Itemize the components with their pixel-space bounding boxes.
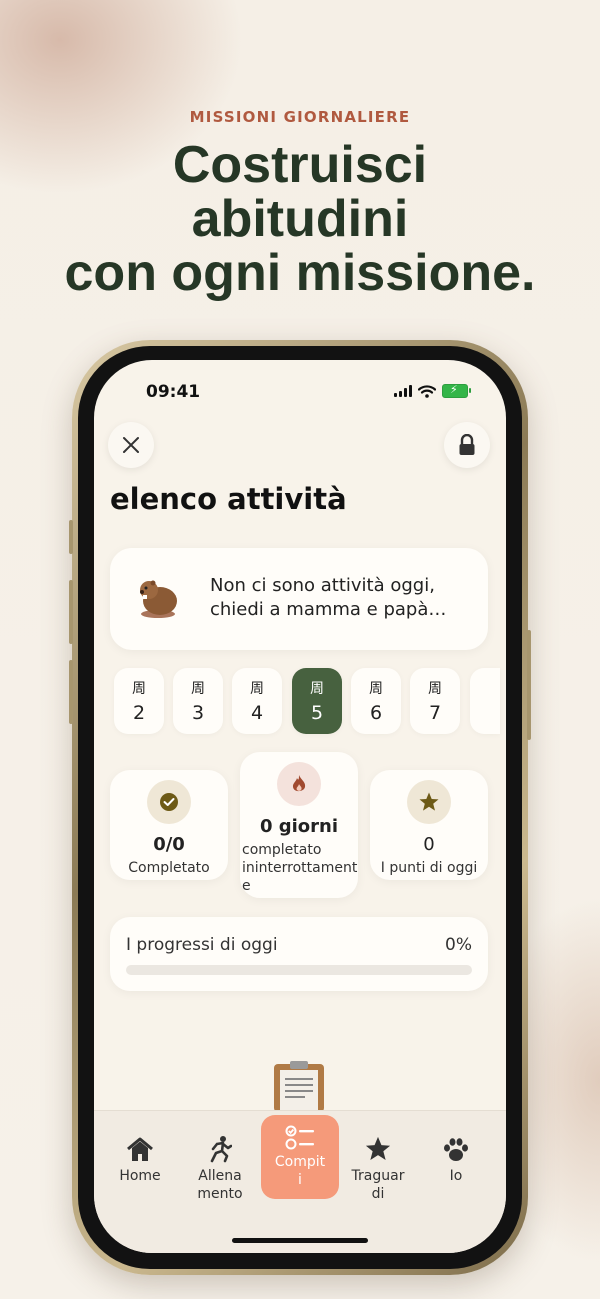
tab-label: i xyxy=(298,1172,302,1188)
stat-icon-bg xyxy=(277,762,321,806)
streak-label-line: completato xyxy=(242,842,322,858)
phone-side-button xyxy=(69,580,73,644)
streak-value: 0 giorni xyxy=(259,816,339,837)
lock-button[interactable] xyxy=(444,422,490,468)
wifi-icon xyxy=(418,384,436,398)
promo-headline: Costruisci abitudini con ogni missione. xyxy=(0,138,600,300)
day-week: 周 xyxy=(132,681,146,697)
headline-line: con ogni missione. xyxy=(64,244,536,302)
tab-training[interactable]: Allena mento xyxy=(184,1129,256,1203)
running-icon xyxy=(184,1129,256,1163)
beaver-emoji xyxy=(140,580,177,618)
day-chip-partial[interactable] xyxy=(470,668,500,734)
day-number: 5 xyxy=(310,702,324,724)
day-week: 周 xyxy=(191,681,205,697)
stat-points: 0 I punti di oggi xyxy=(370,770,488,880)
phone-side-button xyxy=(69,660,73,724)
app-screen: 09:41 ⚡ elenco attività Non ci sono atti… xyxy=(94,360,506,1253)
points-value: 0 xyxy=(423,834,435,855)
day-week: 周 xyxy=(250,681,264,697)
day-chip[interactable]: 周 6 xyxy=(351,668,401,734)
stat-icon-bg xyxy=(147,780,191,824)
empty-tasks-notice: Non ci sono attività oggi, chiedi a mamm… xyxy=(110,548,488,650)
stat-icon-bg xyxy=(407,780,451,824)
tab-label: Compit xyxy=(274,1154,326,1170)
day-chip[interactable]: 周 4 xyxy=(232,668,282,734)
status-icons: ⚡ xyxy=(394,383,471,398)
tab-me[interactable]: Io xyxy=(420,1129,492,1185)
tab-label: mento xyxy=(197,1186,243,1202)
bottom-tab-bar: Home Allena mento Compit i Traguar di Io xyxy=(94,1110,506,1253)
tab-label: Traguar xyxy=(351,1168,405,1184)
headline-line: abitudini xyxy=(191,190,409,248)
phone-side-button xyxy=(527,630,531,740)
checklist-icon xyxy=(261,1115,339,1151)
headline-line: Costruisci xyxy=(172,136,428,194)
tab-goals[interactable]: Traguar di xyxy=(342,1129,414,1203)
day-selector: 周 2 周 3 周 4 周 5 周 6 周 7 xyxy=(110,668,506,734)
streak-label-line: e xyxy=(242,878,251,894)
day-week: 周 xyxy=(310,681,324,697)
progress-percent: 0% xyxy=(445,935,472,955)
day-week: 周 xyxy=(428,681,442,697)
day-chip[interactable]: 周 3 xyxy=(173,668,223,734)
day-number: 6 xyxy=(369,702,383,724)
notice-line: chiedi a mamma e papà… xyxy=(210,599,447,620)
star-icon xyxy=(342,1129,414,1163)
completed-value: 0/0 xyxy=(153,834,185,855)
progress-label: I progressi di oggi xyxy=(126,935,278,955)
phone-side-button xyxy=(69,520,73,554)
day-number: 2 xyxy=(132,702,146,724)
home-icon xyxy=(104,1129,176,1163)
daily-progress-card: I progressi di oggi 0% xyxy=(110,917,488,991)
tab-label: Io xyxy=(449,1168,463,1184)
tab-label: di xyxy=(371,1186,385,1202)
day-number: 3 xyxy=(191,702,205,724)
clipboard-icon xyxy=(274,1061,324,1112)
day-week: 周 xyxy=(369,681,383,697)
close-icon xyxy=(123,437,139,453)
battery-icon: ⚡ xyxy=(442,383,471,398)
lock-icon xyxy=(459,434,475,455)
day-number: 7 xyxy=(428,702,442,724)
day-chip[interactable]: 周 2 xyxy=(114,668,164,734)
stat-completed: 0/0 Completato xyxy=(110,770,228,880)
signal-icon xyxy=(394,385,412,397)
points-label: I punti di oggi xyxy=(380,860,478,876)
status-time: 09:41 xyxy=(146,382,201,402)
promo-kicker: MISSIONI GIORNALIERE xyxy=(189,108,411,126)
streak-label-line: ininterrottament xyxy=(242,860,358,876)
progress-track xyxy=(126,965,472,975)
star-icon xyxy=(419,792,439,811)
tab-tasks[interactable]: Compit i xyxy=(261,1115,339,1199)
day-chip[interactable]: 周 7 xyxy=(410,668,460,734)
notice-text: Non ci sono attività oggi, chiedi a mamm… xyxy=(210,574,470,622)
day-number: 4 xyxy=(250,702,264,724)
check-circle-icon xyxy=(160,793,178,811)
stat-streak: 0 giorni completato ininterrottament e xyxy=(240,752,358,898)
paw-icon xyxy=(420,1129,492,1163)
status-bar: 09:41 ⚡ xyxy=(94,380,506,404)
page-title: elenco attività xyxy=(110,482,347,516)
tab-home[interactable]: Home xyxy=(104,1129,176,1185)
day-chip-selected[interactable]: 周 5 xyxy=(292,668,342,734)
completed-label: Completato xyxy=(128,860,210,876)
streak-label: completato ininterrottament e xyxy=(242,841,358,895)
close-button[interactable] xyxy=(108,422,154,468)
tab-label: Allena xyxy=(198,1168,242,1184)
flame-icon xyxy=(292,775,306,792)
notice-line: Non ci sono attività oggi, xyxy=(210,575,435,596)
tab-label: Home xyxy=(119,1168,161,1184)
home-indicator xyxy=(232,1238,368,1243)
